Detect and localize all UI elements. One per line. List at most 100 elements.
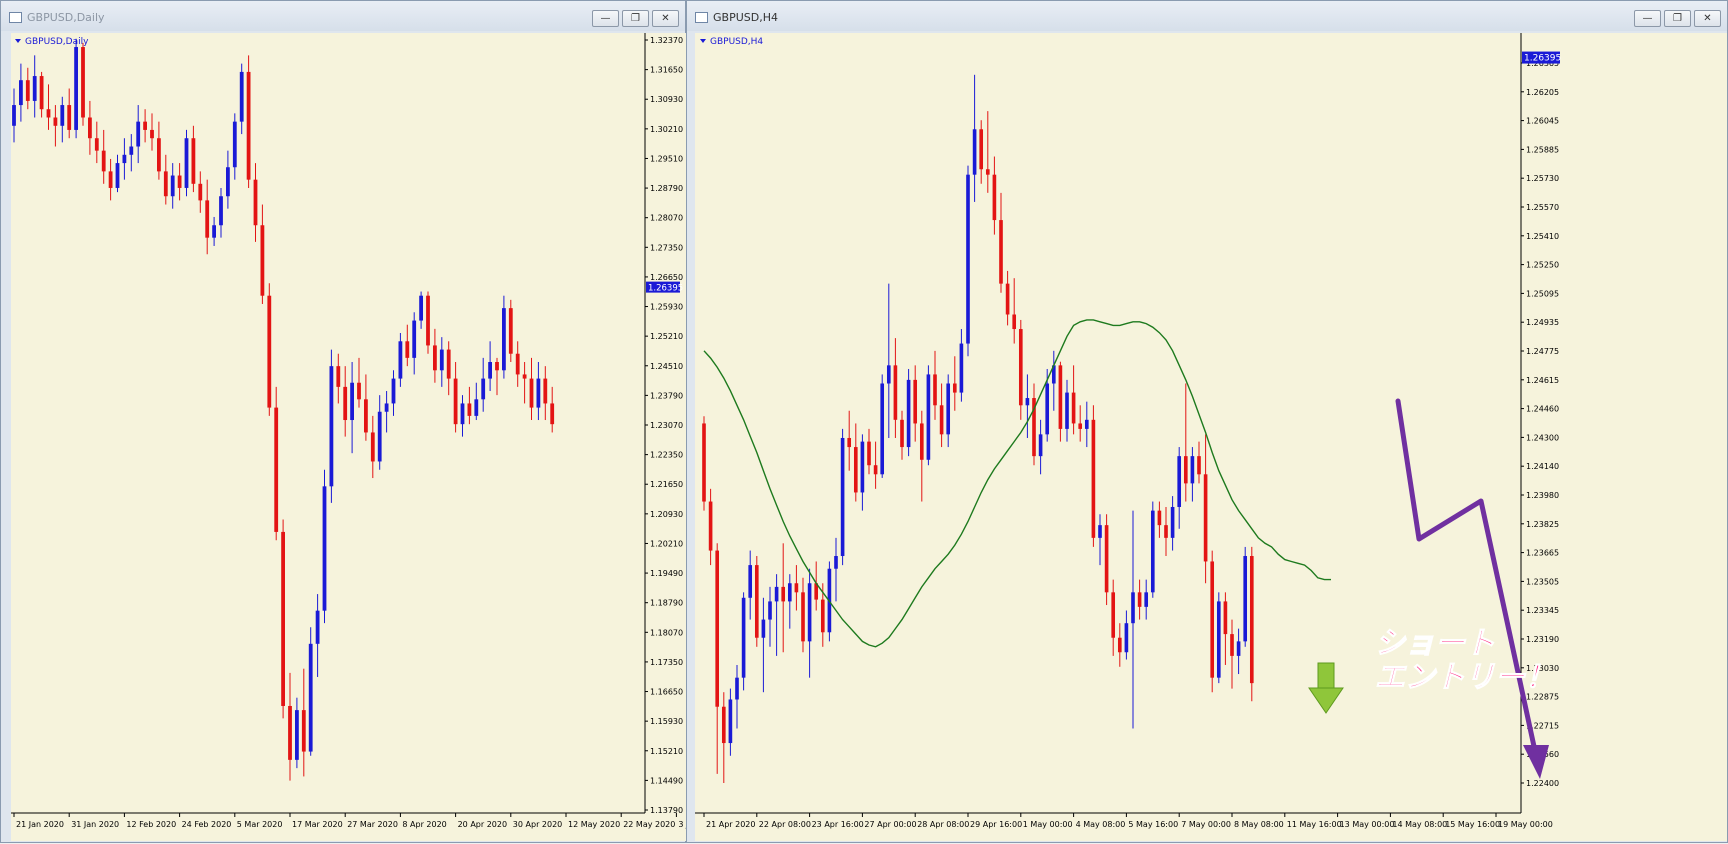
candle-body bbox=[1137, 592, 1142, 607]
time-tick-label: 4 May 08:00 bbox=[1076, 820, 1126, 829]
candle-body bbox=[860, 441, 865, 493]
candle-body bbox=[426, 295, 430, 346]
candle-body bbox=[74, 47, 78, 130]
candle-body bbox=[364, 399, 368, 433]
candle-body bbox=[329, 366, 334, 487]
candle-body bbox=[1091, 419, 1096, 538]
candle-body bbox=[357, 382, 361, 400]
candle-body bbox=[1124, 623, 1129, 653]
candle-body bbox=[412, 320, 417, 358]
candle-body bbox=[840, 437, 845, 557]
h4-candlestick-chart[interactable]: 1.263651.262051.260451.258851.257301.255… bbox=[687, 1, 1728, 844]
candle-body bbox=[1038, 434, 1043, 457]
candle-body bbox=[60, 105, 65, 126]
candle-body bbox=[212, 225, 216, 238]
price-tick-label: 1.23070 bbox=[650, 421, 683, 430]
price-tick-label: 1.25095 bbox=[1526, 289, 1559, 298]
candle-body bbox=[702, 423, 706, 502]
candle-body bbox=[101, 150, 106, 172]
price-tick-label: 1.24775 bbox=[1526, 347, 1559, 356]
price-tick-label: 1.32370 bbox=[650, 36, 683, 45]
candle-body bbox=[992, 174, 997, 221]
candle-body bbox=[1223, 601, 1228, 635]
candle-body bbox=[985, 169, 990, 175]
time-tick-label: 12 May 2020 bbox=[568, 820, 620, 829]
candle-body bbox=[543, 378, 548, 404]
candle-body bbox=[1230, 634, 1234, 656]
candle-body bbox=[536, 378, 541, 408]
price-tick-label: 1.25930 bbox=[650, 303, 683, 312]
candle-body bbox=[205, 200, 210, 238]
candle-body bbox=[754, 565, 759, 638]
candle-body bbox=[446, 349, 451, 379]
daily-chart-window[interactable]: GBPUSD,Daily — ❐ ✕ 1.32370 1.31650 1.30930… bbox=[0, 0, 687, 844]
candle-body bbox=[495, 362, 499, 371]
candle-body bbox=[419, 295, 423, 321]
candle-body bbox=[1190, 456, 1195, 484]
candle-body bbox=[522, 374, 527, 379]
candle-body bbox=[820, 599, 825, 633]
price-tick-label: 1.17350 bbox=[650, 658, 683, 667]
candle-body bbox=[1012, 314, 1017, 330]
candle-body bbox=[19, 80, 23, 106]
candle-body bbox=[1045, 383, 1050, 435]
candle-body bbox=[787, 583, 792, 602]
time-tick-label: 22 May 2020 bbox=[623, 820, 675, 829]
candle-body bbox=[893, 365, 898, 420]
candle-body bbox=[1058, 365, 1063, 429]
candle-body bbox=[94, 138, 99, 151]
candle-body bbox=[774, 586, 779, 602]
price-tick-label: 1.14490 bbox=[650, 776, 683, 785]
candle-body bbox=[308, 643, 313, 752]
h4-chart-window[interactable]: GBPUSD,H4 — ❐ ✕ 1.263651.262051.260451.2… bbox=[686, 0, 1728, 843]
price-tick-label: 1.26205 bbox=[1526, 88, 1559, 97]
candle-body bbox=[708, 501, 713, 551]
time-tick-label: 24 Feb 2020 bbox=[182, 820, 232, 829]
candle-body bbox=[781, 586, 786, 602]
candle-body bbox=[906, 379, 911, 448]
short-entry-note-line1: ショート bbox=[1375, 626, 1495, 661]
price-tick-label: 1.28790 bbox=[650, 184, 683, 193]
time-tick-label: 14 May 08:00 bbox=[1392, 820, 1447, 829]
price-tick-label: 1.22400 bbox=[1526, 779, 1559, 788]
candle-body bbox=[502, 308, 506, 371]
price-tick-label: 1.15210 bbox=[650, 747, 683, 756]
price-tick-label: 1.23505 bbox=[1526, 577, 1559, 586]
candle-body bbox=[350, 382, 354, 421]
candle-body bbox=[946, 383, 951, 435]
candle-body bbox=[391, 378, 396, 404]
candle-body bbox=[81, 47, 85, 118]
candle-body bbox=[239, 71, 244, 122]
price-tick-label: 1.25730 bbox=[1526, 174, 1559, 183]
candle-body bbox=[529, 378, 534, 408]
price-tick-label: 1.20930 bbox=[650, 510, 683, 519]
price-tick-label: 1.18790 bbox=[650, 599, 683, 608]
candle-body bbox=[288, 705, 292, 760]
candle-body bbox=[1183, 456, 1188, 484]
price-tick-label: 1.30210 bbox=[650, 125, 683, 134]
candle-body bbox=[1098, 525, 1102, 538]
candle-body bbox=[715, 550, 720, 707]
candle-body bbox=[88, 117, 92, 139]
candle-body bbox=[794, 583, 799, 593]
candle-body bbox=[115, 163, 120, 188]
candle-body bbox=[1157, 510, 1162, 526]
time-tick-label: 5 Mar 2020 bbox=[237, 820, 283, 829]
candle-body bbox=[834, 556, 838, 569]
candle-body bbox=[1243, 556, 1248, 642]
price-tick-label: 1.23980 bbox=[1526, 491, 1559, 500]
candle-body bbox=[939, 405, 944, 435]
daily-candlestick-chart[interactable]: 1.32370 1.31650 1.30930 1.30210 1.29510 1.287… bbox=[1, 1, 687, 844]
candle-body bbox=[1150, 510, 1155, 593]
candle-body bbox=[880, 383, 885, 475]
candle-body bbox=[900, 419, 904, 448]
candle-body bbox=[550, 403, 555, 425]
candle-body bbox=[281, 531, 285, 706]
candle-body bbox=[735, 677, 739, 700]
candle-body bbox=[926, 374, 931, 460]
candle-body bbox=[129, 146, 134, 155]
candle-body bbox=[933, 374, 937, 406]
h4-plot-background bbox=[695, 33, 1727, 841]
price-tick-label: 1.25410 bbox=[1526, 232, 1559, 241]
candle-body bbox=[761, 619, 766, 638]
